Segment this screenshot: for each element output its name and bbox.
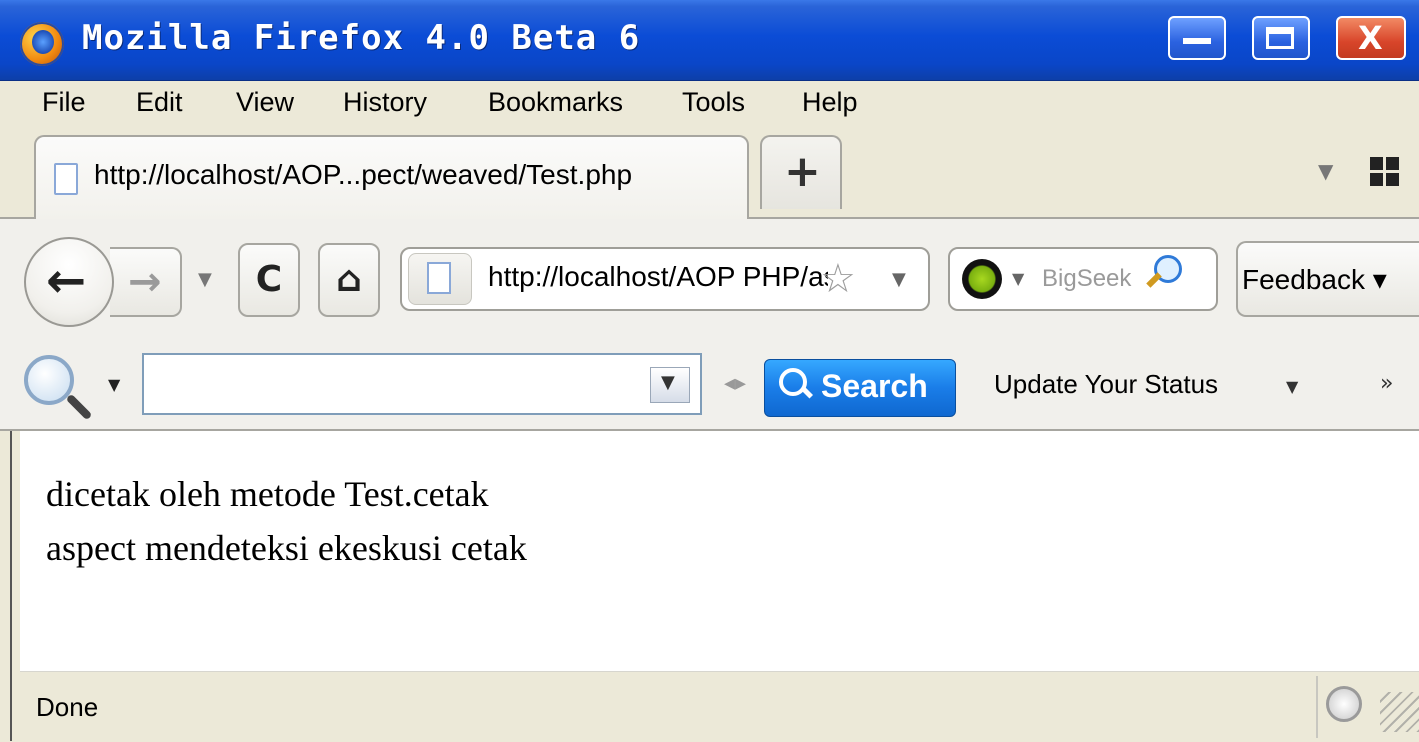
navigation-bar: → ← ▼ C ⌂ http://localhost/AOP PHP/aspec… (0, 219, 1419, 335)
firefox-logo-icon (20, 22, 64, 66)
menu-history[interactable]: History (343, 87, 427, 118)
addon-status-icon[interactable] (1326, 686, 1362, 722)
search-icon (779, 368, 807, 396)
page-icon (54, 163, 78, 195)
toolbar-separator-icon: ◂▸ (724, 371, 747, 396)
toolbar-search-history-button[interactable]: ▼ (650, 367, 690, 403)
url-bar[interactable]: http://localhost/AOP PHP/aspect/weaved/T… (400, 247, 930, 311)
menu-bookmarks[interactable]: Bookmarks (488, 87, 623, 118)
search-go-icon[interactable] (1146, 255, 1182, 291)
menu-bar: File Edit View History Bookmarks Tools H… (0, 81, 1419, 129)
minimize-icon (1183, 38, 1211, 44)
chevron-down-icon: ▼ (661, 372, 675, 393)
engine-dropdown-icon[interactable]: ▼ (1012, 269, 1024, 288)
back-arrow-icon: ← (46, 253, 87, 309)
title-bar: Mozilla Firefox 4.0 Beta 6 X (0, 0, 1419, 81)
toolbar-overflow-icon[interactable]: » (1380, 371, 1393, 396)
list-tabs-dropdown-icon[interactable]: ▼ (1318, 159, 1333, 183)
forward-button[interactable]: → (110, 247, 182, 317)
content-line-1: dicetak oleh metode Test.cetak (46, 474, 489, 514)
tab-title: http://localhost/AOP...pect/weaved/Test.… (94, 159, 633, 190)
feedback-button[interactable]: Feedback ▾ (1236, 241, 1419, 317)
update-status-button[interactable]: Update Your Status (994, 369, 1218, 400)
maximize-button[interactable] (1252, 16, 1310, 60)
page-icon (427, 262, 451, 294)
status-bar: Done (20, 671, 1419, 742)
resize-grip-icon[interactable] (1380, 692, 1419, 732)
menu-file[interactable]: File (42, 87, 86, 118)
toolbar-search-icon[interactable] (24, 355, 94, 425)
reload-button[interactable]: C (238, 243, 300, 317)
back-button[interactable]: ← (24, 237, 114, 327)
window-title: Mozilla Firefox 4.0 Beta 6 (82, 18, 641, 58)
search-button[interactable]: Search (764, 359, 956, 417)
forward-arrow-icon: → (128, 259, 162, 305)
menu-view[interactable]: View (236, 87, 294, 118)
menu-edit[interactable]: Edit (136, 87, 183, 118)
search-button-label: Search (821, 368, 928, 404)
tab-active[interactable]: http://localhost/AOP...pect/weaved/Test.… (34, 135, 749, 219)
plus-icon: + (784, 146, 821, 197)
close-icon: X (1358, 19, 1383, 57)
site-identity-button[interactable] (408, 253, 472, 305)
url-history-dropdown-icon[interactable]: ▼ (892, 269, 906, 290)
search-bar[interactable]: ▼ BigSeek (948, 247, 1218, 311)
menu-help[interactable]: Help (802, 87, 858, 118)
reload-icon: C (255, 259, 283, 300)
toolbar-search-dropdown-icon[interactable]: ▼ (108, 375, 120, 394)
minimize-button[interactable] (1168, 16, 1226, 60)
bigseek-engine-icon[interactable] (962, 259, 1002, 299)
feedback-label: Feedback ▾ (1242, 264, 1387, 295)
tab-groups-icon[interactable] (1370, 157, 1400, 187)
bookmark-star-icon[interactable]: ☆ (820, 253, 856, 305)
content-line-2: aspect mendeteksi ekeskusi cetak (46, 528, 527, 568)
status-divider (1316, 676, 1318, 738)
maximize-icon (1266, 27, 1294, 49)
home-icon: ⌂ (336, 259, 362, 300)
search-toolbar: ▼ ▼ ◂▸ Search Update Your Status ▼ » (0, 335, 1419, 431)
new-tab-button[interactable]: + (760, 135, 842, 209)
menu-tools[interactable]: Tools (682, 87, 745, 118)
url-text[interactable]: http://localhost/AOP PHP/aspect/weaved/T… (488, 261, 828, 293)
update-status-dropdown-icon[interactable]: ▼ (1286, 377, 1298, 396)
tab-strip: http://localhost/AOP...pect/weaved/Test.… (0, 129, 1419, 219)
home-button[interactable]: ⌂ (318, 243, 380, 317)
close-button[interactable]: X (1336, 16, 1406, 60)
toolbar-search-input[interactable]: ▼ (142, 353, 702, 415)
status-text: Done (36, 692, 99, 722)
search-input[interactable]: BigSeek (1042, 265, 1142, 293)
history-dropdown-icon[interactable]: ▼ (198, 269, 212, 290)
page-content: dicetak oleh metode Test.cetak aspect me… (20, 431, 1419, 671)
